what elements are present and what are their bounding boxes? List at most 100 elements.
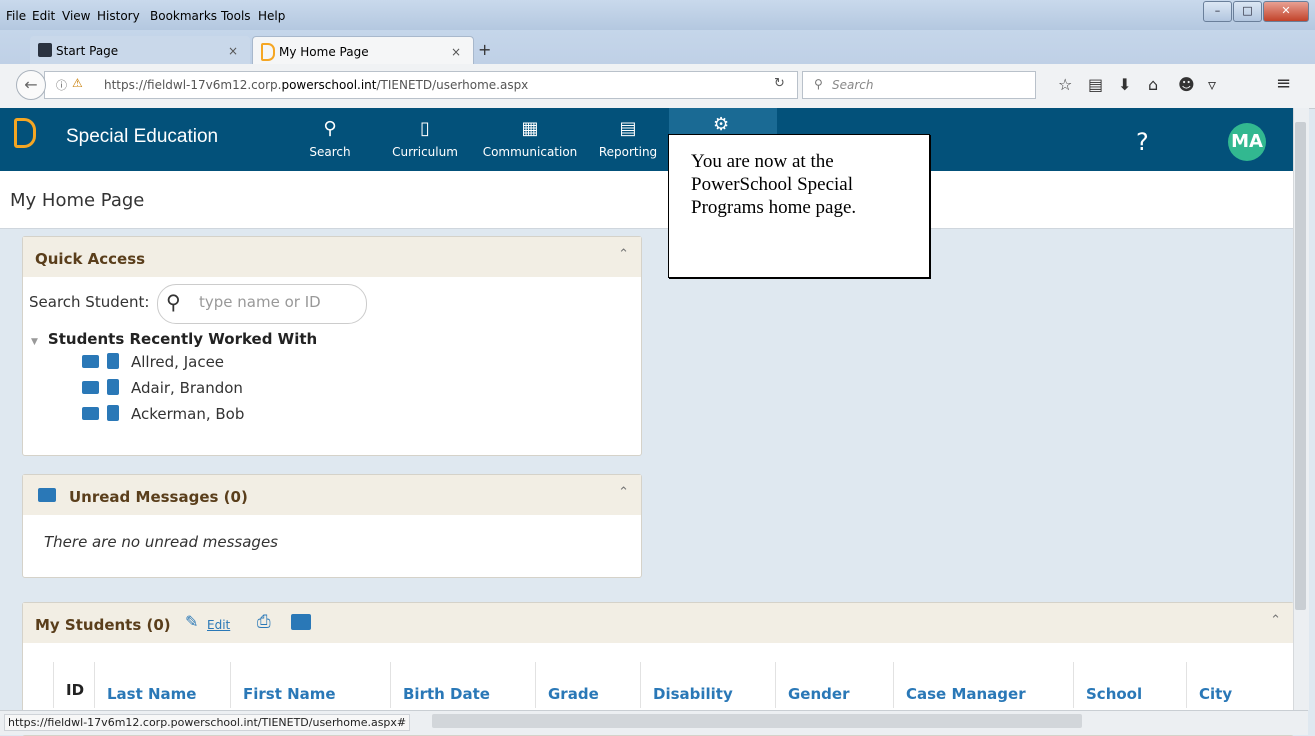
reload-icon[interactable]: ↻ xyxy=(774,76,785,91)
avatar[interactable]: MA xyxy=(1228,123,1266,161)
menu-view[interactable]: View xyxy=(62,9,90,23)
my-students-title: My Students (0) xyxy=(35,616,171,634)
browser-search-placeholder: Search xyxy=(832,78,874,92)
search-student-label: Search Student: xyxy=(29,293,150,311)
edit-link[interactable]: Edit xyxy=(207,618,230,632)
search-icon: ⚲ xyxy=(166,290,181,314)
student-name[interactable]: Adair, Brandon xyxy=(131,379,243,397)
window-controls: – □ ✕ xyxy=(1202,1,1309,22)
new-tab-button[interactable]: + xyxy=(478,40,491,59)
url-suffix: /TIENETD/userhome.aspx xyxy=(376,78,529,92)
nav-search[interactable]: ⚲ Search xyxy=(305,118,355,159)
menu-help[interactable]: Help xyxy=(258,9,285,23)
search-icon: ⚲ xyxy=(323,118,337,139)
report-icon: ▤ xyxy=(619,118,637,139)
column-header-gender[interactable]: Gender xyxy=(788,685,849,703)
no-messages-text: There are no unread messages xyxy=(44,533,278,551)
download-icon[interactable]: ⬇ xyxy=(1118,75,1131,94)
recent-students-label: Students Recently Worked With xyxy=(47,330,318,348)
column-header-city[interactable]: City xyxy=(1199,685,1232,703)
nav-label: Search xyxy=(309,145,351,159)
powerschool-logo xyxy=(14,118,36,148)
menu-tools[interactable]: Tools xyxy=(221,9,251,23)
nav-communication[interactable]: ▦ Communication xyxy=(477,118,583,159)
bookmark-star-icon[interactable]: ☆ xyxy=(1058,75,1072,94)
menu-bookmarks[interactable]: Bookmarks xyxy=(150,9,217,23)
column-divider xyxy=(1073,662,1074,708)
column-header-grade[interactable]: Grade xyxy=(548,685,599,703)
print-icon[interactable]: ⎙ xyxy=(257,612,271,632)
students-table xyxy=(30,662,1270,708)
column-header-first-name[interactable]: First Name xyxy=(243,685,336,703)
hamburger-menu-icon[interactable]: ≡ xyxy=(1276,73,1291,94)
column-header-id[interactable]: ID xyxy=(66,681,84,699)
excel-export-icon[interactable] xyxy=(291,614,311,630)
close-window-button[interactable]: ✕ xyxy=(1263,1,1309,22)
column-divider xyxy=(94,662,95,708)
column-header-school[interactable]: School xyxy=(1086,685,1142,703)
url-domain: powerschool.int xyxy=(281,78,377,92)
student-name[interactable]: Allred, Jacee xyxy=(131,353,224,371)
close-tab-icon[interactable]: × xyxy=(228,44,238,58)
info-icon[interactable]: ⓘ xyxy=(56,77,67,93)
help-icon[interactable]: ? xyxy=(1136,128,1149,156)
collapse-chevron-icon[interactable]: ⌃ xyxy=(618,485,629,500)
column-divider xyxy=(640,662,641,708)
student-card-icon[interactable] xyxy=(82,407,99,420)
student-card-icon[interactable] xyxy=(82,381,99,394)
horizontal-scroll-thumb[interactable] xyxy=(432,714,1082,728)
tab-label: My Home Page xyxy=(279,45,369,59)
document-icon[interactable] xyxy=(107,405,119,421)
nav-reporting[interactable]: ▤ Reporting xyxy=(595,118,661,159)
list-item: Ackerman, Bob xyxy=(82,405,244,423)
search-student-placeholder: type name or ID xyxy=(199,293,321,311)
url-text[interactable]: https://fieldwl-17v6m12.corp.powerschool… xyxy=(104,78,528,92)
home-icon[interactable]: ⌂ xyxy=(1148,75,1158,94)
vertical-scroll-thumb[interactable] xyxy=(1295,122,1306,610)
collapse-chevron-icon[interactable]: ⌃ xyxy=(1270,613,1281,628)
pocket-icon[interactable]: ▿ xyxy=(1208,75,1216,94)
quick-access-title: Quick Access xyxy=(35,250,146,268)
document-icon[interactable] xyxy=(107,353,119,369)
pencil-icon[interactable]: ✎ xyxy=(185,612,198,631)
menu-history[interactable]: History xyxy=(97,9,140,23)
nav-label: Communication xyxy=(482,145,578,159)
tab-label: Start Page xyxy=(56,44,119,58)
callout-text: You are now at the PowerSchool Special P… xyxy=(691,151,857,218)
page-title-bar xyxy=(0,171,1293,229)
back-button[interactable]: ← xyxy=(16,70,46,100)
recent-students-header[interactable]: ▼ Students Recently Worked With xyxy=(31,330,317,348)
column-header-birth-date[interactable]: Birth Date xyxy=(403,685,490,703)
tab-my-home-page[interactable]: My Home Page × xyxy=(252,36,474,65)
unread-messages-header[interactable]: Unread Messages (0) ⌃ xyxy=(23,475,641,515)
powerschool-favicon-icon xyxy=(38,43,52,57)
close-tab-icon[interactable]: × xyxy=(451,45,461,59)
book-icon: ▯ xyxy=(420,118,430,139)
reading-list-icon[interactable]: ▤ xyxy=(1088,75,1103,94)
lock-warning-icon[interactable]: ⚠ xyxy=(72,76,83,90)
student-card-icon[interactable] xyxy=(82,355,99,368)
menu-edit[interactable]: Edit xyxy=(32,9,55,23)
maximize-button[interactable]: □ xyxy=(1233,1,1262,22)
collapse-chevron-icon[interactable]: ⌃ xyxy=(618,247,629,262)
smiley-icon[interactable]: ☻ xyxy=(1178,75,1195,94)
column-divider xyxy=(53,662,54,708)
list-item: Allred, Jacee xyxy=(82,353,224,371)
column-divider xyxy=(775,662,776,708)
minimize-button[interactable]: – xyxy=(1203,1,1232,22)
nav-curriculum[interactable]: ▯ Curriculum xyxy=(385,118,465,159)
student-name[interactable]: Ackerman, Bob xyxy=(131,405,244,423)
document-icon[interactable] xyxy=(107,379,119,395)
app-brand[interactable]: Special Education xyxy=(66,126,218,148)
column-divider xyxy=(390,662,391,708)
quick-access-header[interactable]: Quick Access ⌃ xyxy=(23,237,641,277)
column-header-disability[interactable]: Disability xyxy=(653,685,733,703)
status-url: https://fieldwl-17v6m12.corp.powerschool… xyxy=(4,714,411,731)
url-prefix: https://fieldwl-17v6m12.corp. xyxy=(104,78,282,92)
unread-messages-panel: Unread Messages (0) ⌃ xyxy=(22,474,642,578)
instruction-callout: You are now at the PowerSchool Special P… xyxy=(668,134,930,278)
column-header-case-manager[interactable]: Case Manager xyxy=(906,685,1026,703)
column-header-last-name[interactable]: Last Name xyxy=(107,685,196,703)
menu-file[interactable]: File xyxy=(6,9,26,23)
tab-start-page[interactable]: Start Page × xyxy=(30,36,250,64)
